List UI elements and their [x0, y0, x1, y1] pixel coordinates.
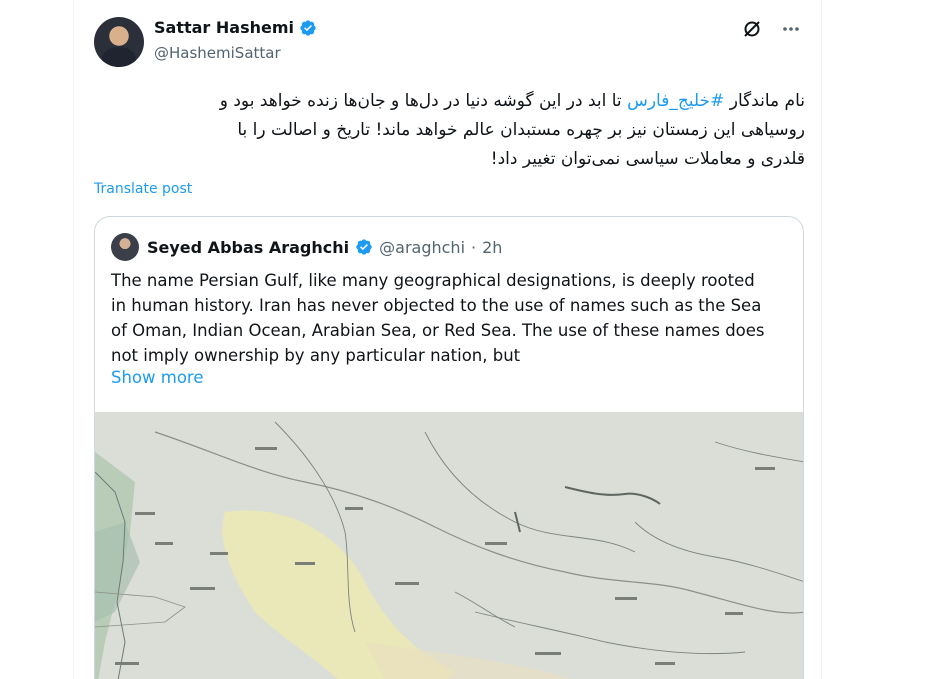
separator-dot: · — [471, 237, 477, 257]
quote-author-name[interactable]: Seyed Abbas Araghchi — [147, 238, 349, 257]
text-segment: نام ماندگار — [724, 91, 805, 111]
post-text-line-2: روسیاهی این زمستان نیز بر چهره مستبدان ع… — [237, 120, 805, 140]
more-dots-icon[interactable] — [781, 19, 801, 39]
quote-author-handle[interactable]: @araghchi — [379, 238, 465, 257]
quote-header: Seyed Abbas Araghchi @araghchi · 2h — [111, 233, 502, 261]
post-text-line-1: نام ماندگار #خلیج_فارس تا ابد در این گوش… — [94, 87, 805, 116]
quoted-post[interactable]: Seyed Abbas Araghchi @araghchi · 2h The … — [94, 216, 804, 679]
post-card: Sattar Hashemi @HashemiSattar نام ماندگا… — [73, 0, 822, 679]
post-text-line-3: قلدری و معاملات سیاسی نمی‌توان تغییر داد… — [490, 149, 805, 169]
historical-map-image[interactable] — [95, 412, 804, 679]
author-name[interactable]: Sattar Hashemi — [154, 18, 294, 37]
hashtag-link[interactable]: #خلیج_فارس — [627, 91, 724, 111]
verified-badge-icon — [356, 239, 372, 255]
author-avatar[interactable] — [94, 17, 144, 67]
quote-timestamp[interactable]: 2h — [482, 238, 502, 257]
author-name-row: Sattar Hashemi — [154, 18, 317, 37]
post-actions — [741, 18, 801, 40]
quote-text: The name Persian Gulf, like many geograp… — [111, 268, 791, 368]
quote-text-line: not imply ownership by any particular na… — [111, 346, 521, 365]
post-text: نام ماندگار #خلیج_فارس تا ابد در این گوش… — [94, 87, 805, 174]
show-more-link[interactable]: Show more — [111, 368, 204, 387]
text-segment: تا ابد در این گوشه دنیا در دل‌ها و جان‌ه… — [219, 91, 628, 111]
translate-post-link[interactable]: Translate post — [94, 181, 192, 197]
quote-author-avatar[interactable] — [111, 233, 139, 261]
quote-text-line: in human history. Iran has never objecte… — [111, 296, 762, 315]
quote-text-line: of Oman, Indian Ocean, Arabian Sea, or R… — [111, 321, 765, 340]
slashed-circle-icon[interactable] — [741, 18, 763, 40]
author-handle[interactable]: @HashemiSattar — [154, 44, 281, 62]
quote-text-line: The name Persian Gulf, like many geograp… — [111, 271, 755, 290]
verified-badge-icon — [300, 19, 316, 36]
